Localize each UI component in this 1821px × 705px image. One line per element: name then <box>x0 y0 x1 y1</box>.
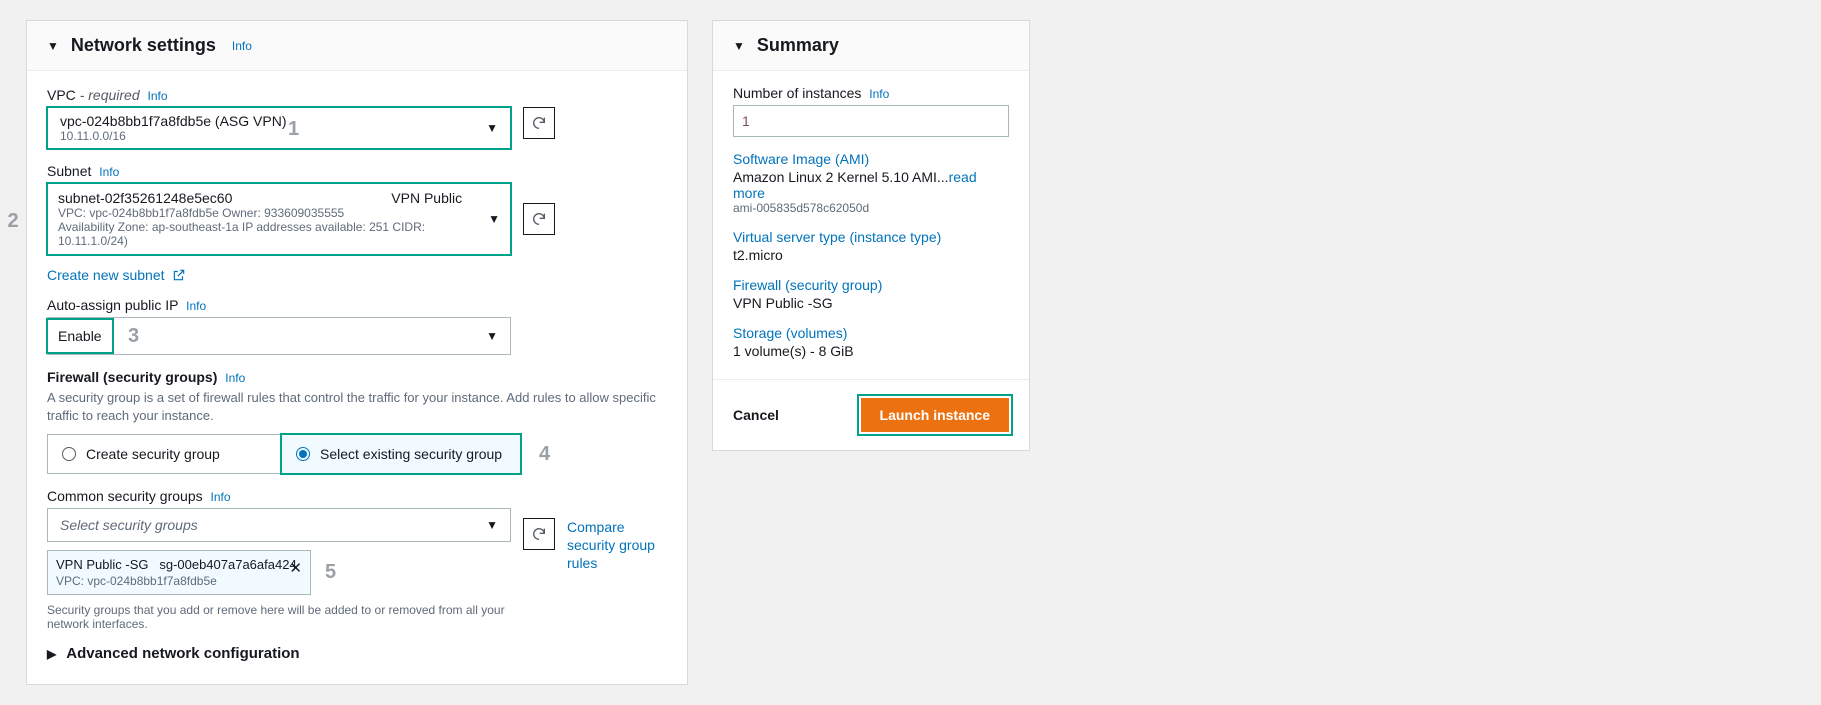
summary-panel: ▼ Summary Number of instances Info Softw… <box>712 20 1030 451</box>
step-marker-4: 4 <box>539 443 550 466</box>
step-marker-2: 2 <box>0 210 26 233</box>
cancel-button[interactable]: Cancel <box>733 407 779 423</box>
summary-storage-label: Storage (volumes) <box>733 325 1009 341</box>
sg-token-vpc: VPC: vpc-024b8bb1f7a8fdb5e <box>56 574 302 588</box>
common-sg-info-link[interactable]: Info <box>211 490 231 504</box>
common-sg-select[interactable]: Select security groups ▼ <box>47 508 511 542</box>
create-sg-label: Create security group <box>86 446 220 462</box>
create-sg-radio[interactable]: Create security group <box>47 434 282 474</box>
subnet-id: subnet-02f35261248e5ec60 <box>58 190 232 206</box>
common-sg-placeholder: Select security groups <box>60 517 198 533</box>
common-sg-help: Security groups that you add or remove h… <box>47 603 511 631</box>
vpc-select[interactable]: vpc-024b8bb1f7a8fdb5e (ASG VPN) 10.11.0.… <box>47 107 511 149</box>
external-link-icon <box>172 268 186 282</box>
num-instances-info-link[interactable]: Info <box>869 87 889 101</box>
summary-fw-value: VPN Public -SG <box>733 295 1009 311</box>
common-sg-label: Common security groups Info <box>47 488 667 504</box>
summary-storage-value: 1 volume(s) - 8 GiB <box>733 343 1009 359</box>
create-subnet-link[interactable]: Create new subnet <box>47 267 186 283</box>
network-settings-panel: ▼ Network settings Info VPC - required I… <box>26 20 688 685</box>
vpc-refresh-button[interactable] <box>523 107 555 139</box>
compare-sg-rules-link[interactable]: Compare security group rules <box>567 518 667 573</box>
summary-ami-value: Amazon Linux 2 Kernel 5.10 AMI...read mo… <box>733 169 1009 201</box>
firewall-description: A security group is a set of firewall ru… <box>47 389 667 424</box>
auto-ip-value: Enable <box>48 320 112 352</box>
network-settings-title: Network settings <box>71 35 216 56</box>
caret-down-icon: ▼ <box>486 518 498 532</box>
caret-down-icon: ▼ <box>488 212 500 226</box>
radio-icon <box>62 447 76 461</box>
vpc-label: VPC - required Info <box>47 87 667 103</box>
step-marker-3: 3 <box>128 325 139 348</box>
collapse-icon: ▼ <box>733 39 745 53</box>
caret-down-icon: ▼ <box>486 329 498 343</box>
step-marker-5: 5 <box>325 561 336 584</box>
advanced-network-toggle[interactable]: ▶ Advanced network configuration <box>47 645 667 662</box>
network-settings-header[interactable]: ▼ Network settings Info <box>27 21 687 71</box>
vpc-cidr: 10.11.0.0/16 <box>60 129 286 143</box>
launch-instance-button[interactable]: Launch instance <box>861 398 1009 432</box>
firewall-label: Firewall (security groups) Info <box>47 369 667 385</box>
num-instances-input[interactable] <box>733 105 1009 137</box>
advanced-network-label: Advanced network configuration <box>66 645 299 662</box>
caret-down-icon: ▼ <box>486 121 498 135</box>
auto-ip-info-link[interactable]: Info <box>186 299 206 313</box>
summary-header[interactable]: ▼ Summary <box>713 21 1029 71</box>
network-settings-info-link[interactable]: Info <box>232 39 252 53</box>
summary-fw-label: Firewall (security group) <box>733 277 1009 293</box>
sg-token-id: sg-00eb407a7a6afa424 <box>159 557 296 572</box>
subnet-details-1: VPC: vpc-024b8bb1f7a8fdb5e Owner: 933609… <box>58 206 488 220</box>
collapse-icon: ▼ <box>47 39 59 53</box>
summary-ami-id: ami-005835d578c62050d <box>733 201 1009 215</box>
auto-ip-select[interactable]: Enable 3 ▼ <box>47 317 511 355</box>
sg-token-remove[interactable]: ✕ <box>289 559 302 577</box>
sg-token: VPN Public -SG sg-00eb407a7a6afa424 VPC:… <box>47 550 311 595</box>
expand-icon: ▶ <box>47 647 56 661</box>
subnet-details-2: Availability Zone: ap-southeast-1a IP ad… <box>58 220 488 248</box>
refresh-icon <box>531 526 547 542</box>
auto-ip-label: Auto-assign public IP Info <box>47 297 667 313</box>
num-instances-label: Number of instances Info <box>733 85 1009 101</box>
subnet-name: VPN Public <box>391 190 462 206</box>
step-marker-1: 1 <box>288 118 308 141</box>
sg-refresh-button[interactable] <box>523 518 555 550</box>
summary-ami-label: Software Image (AMI) <box>733 151 1009 167</box>
radio-icon <box>296 447 310 461</box>
sg-token-name: VPN Public -SG <box>56 557 148 572</box>
subnet-select[interactable]: subnet-02f35261248e5ec60 VPN Public VPC:… <box>47 183 511 255</box>
subnet-label: Subnet Info <box>47 163 667 179</box>
select-existing-sg-label: Select existing security group <box>320 446 502 462</box>
subnet-refresh-button[interactable] <box>523 203 555 235</box>
summary-title: Summary <box>757 35 839 56</box>
summary-type-value: t2.micro <box>733 247 1009 263</box>
summary-type-label: Virtual server type (instance type) <box>733 229 1009 245</box>
refresh-icon <box>531 115 547 131</box>
select-existing-sg-radio[interactable]: Select existing security group <box>281 434 521 474</box>
subnet-info-link[interactable]: Info <box>99 165 119 179</box>
vpc-info-link[interactable]: Info <box>148 89 168 103</box>
vpc-value: vpc-024b8bb1f7a8fdb5e (ASG VPN) <box>60 113 286 129</box>
refresh-icon <box>531 211 547 227</box>
firewall-info-link[interactable]: Info <box>225 371 245 385</box>
